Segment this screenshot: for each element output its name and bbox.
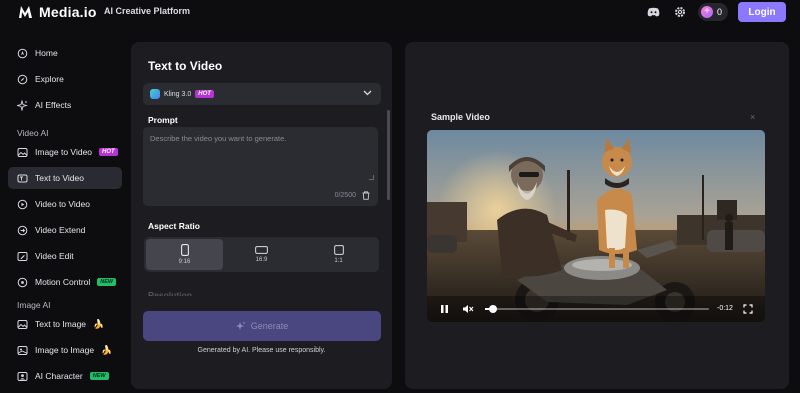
ratio-label: 9:16 (178, 259, 191, 265)
resolution-label: Resolution (148, 290, 192, 296)
form-title: Text to Video (148, 59, 223, 73)
sidebar-item-ai-character[interactable]: AI Character NEW (8, 365, 122, 387)
credits-count: 0 (716, 7, 722, 17)
model-select[interactable]: Kling 3.0 HOT (143, 83, 381, 105)
portrait-icon (180, 244, 189, 256)
form-scrollbar[interactable] (387, 110, 390, 200)
sidebar-item-image-to-image[interactable]: Image to Image 🍌 (8, 339, 122, 361)
ratio-option-9-16[interactable]: 9:16 (146, 239, 223, 270)
sidebar-item-label: Video Edit (35, 251, 74, 261)
sidebar-item-motion-control[interactable]: Motion Control NEW (8, 271, 122, 293)
generate-button[interactable]: Generate (143, 311, 381, 341)
image-image-icon (17, 345, 28, 356)
new-badge: NEW (97, 278, 117, 286)
sidebar-item-explore[interactable]: Explore (8, 68, 122, 90)
character-icon (17, 371, 28, 382)
square-icon (333, 245, 344, 255)
extend-icon (17, 225, 28, 236)
motion-icon (17, 277, 28, 288)
home-icon (17, 48, 28, 59)
image-video-icon (17, 147, 28, 158)
sparkle-icon (235, 321, 246, 330)
time-remaining: -0:12 (717, 305, 733, 312)
text-video-icon (17, 173, 28, 184)
banana-icon: 🍌 (93, 318, 105, 329)
sidebar-item-label: Text to Video (35, 173, 84, 183)
sidebar-item-label: Home (35, 48, 58, 58)
prompt-label: Prompt (148, 115, 178, 125)
logo-icon (19, 6, 32, 18)
aspect-ratio-label: Aspect Ratio (148, 221, 200, 231)
brand-logo[interactable]: Media.io (18, 4, 97, 20)
sidebar-item-label: AI Character (35, 371, 83, 381)
prompt-input[interactable]: Describe the video you want to generate.… (143, 127, 378, 206)
ratio-label: 1:1 (334, 258, 343, 264)
prompt-placeholder: Describe the video you want to generate. (150, 134, 287, 143)
resize-handle[interactable] (369, 175, 374, 180)
video-loop-icon (17, 199, 28, 210)
plus-icon: + (700, 6, 713, 18)
progress-thumb[interactable] (489, 305, 498, 313)
ratio-option-16-9[interactable]: 16:9 (223, 239, 300, 270)
compass-icon (17, 74, 28, 85)
sidebar-item-label: Image to Image (35, 345, 95, 355)
sidebar-item-text-to-image[interactable]: Text to Image 🍌 (8, 313, 122, 335)
sidebar-item-video-edit[interactable]: Video Edit (8, 245, 122, 267)
top-bar: Media.io AI Creative Platform + 0 Login (0, 0, 800, 24)
hot-badge: HOT (99, 148, 118, 156)
new-badge: NEW (89, 372, 109, 380)
sidebar-item-label: Motion Control (35, 277, 91, 287)
platform-label: AI Creative Platform (104, 6, 191, 16)
chevron-down-icon (363, 90, 372, 96)
close-icon[interactable]: × (750, 112, 755, 122)
sidebar-item-label: AI Effects (35, 100, 72, 110)
model-logo-icon (150, 89, 160, 99)
sparkles-icon (17, 99, 28, 111)
model-name: Kling 3.0 (164, 90, 192, 98)
ratio-label: 16:9 (255, 257, 268, 263)
banana-icon: 🍌 (101, 344, 113, 355)
sidebar-item-image-to-video[interactable]: Image to Video HOT (8, 141, 122, 163)
sidebar-item-video-extend[interactable]: Video Extend (8, 219, 122, 241)
discord-icon[interactable] (646, 4, 662, 20)
sidebar-item-label: Video to Video (35, 199, 90, 209)
ratio-option-1-1[interactable]: 1:1 (300, 239, 377, 270)
sample-video-player[interactable]: -0:12 (427, 130, 765, 322)
sidebar-item-video-to-video[interactable]: Video to Video (8, 193, 122, 215)
char-counter: 0/2500 (334, 192, 356, 199)
brand-name: Media.io (39, 4, 97, 20)
video-frame (427, 130, 765, 322)
pause-icon[interactable] (440, 304, 449, 314)
mute-icon[interactable] (462, 304, 474, 314)
preview-panel: Sample Video × -0:12 (405, 42, 789, 389)
hot-badge: HOT (195, 90, 214, 98)
sidebar-item-label: Explore (35, 74, 64, 84)
sidebar-item-label: Text to Image (35, 319, 87, 329)
sidebar-item-ai-effects[interactable]: AI Effects (8, 94, 122, 116)
sidebar-item-label: Image to Video (35, 147, 93, 157)
sidebar-item-home[interactable]: Home (8, 42, 122, 64)
landscape-icon (255, 246, 268, 254)
section-video-ai: Video AI (17, 128, 49, 138)
sidebar-item-label: Video Extend (35, 225, 86, 235)
gear-icon[interactable] (672, 4, 688, 20)
generation-form: Text to Video Kling 3.0 HOT Prompt Descr… (131, 42, 392, 389)
sidebar-item-text-to-video[interactable]: Text to Video (8, 167, 122, 189)
trash-icon[interactable] (362, 191, 370, 200)
aspect-ratio-selector: 9:16 16:9 1:1 (144, 237, 379, 272)
video-controls: -0:12 (427, 296, 765, 322)
ai-disclaimer: Generated by AI. Please use responsibly. (197, 347, 326, 354)
sample-video-title: Sample Video (431, 112, 490, 122)
section-image-ai: Image AI (17, 300, 51, 310)
fullscreen-icon[interactable] (743, 304, 753, 314)
progress-track[interactable] (485, 305, 709, 313)
login-button[interactable]: Login (738, 2, 786, 22)
generate-label: Generate (250, 321, 289, 331)
credits-badge[interactable]: + 0 (697, 3, 728, 21)
text-image-icon (17, 319, 28, 330)
edit-icon (17, 251, 28, 262)
